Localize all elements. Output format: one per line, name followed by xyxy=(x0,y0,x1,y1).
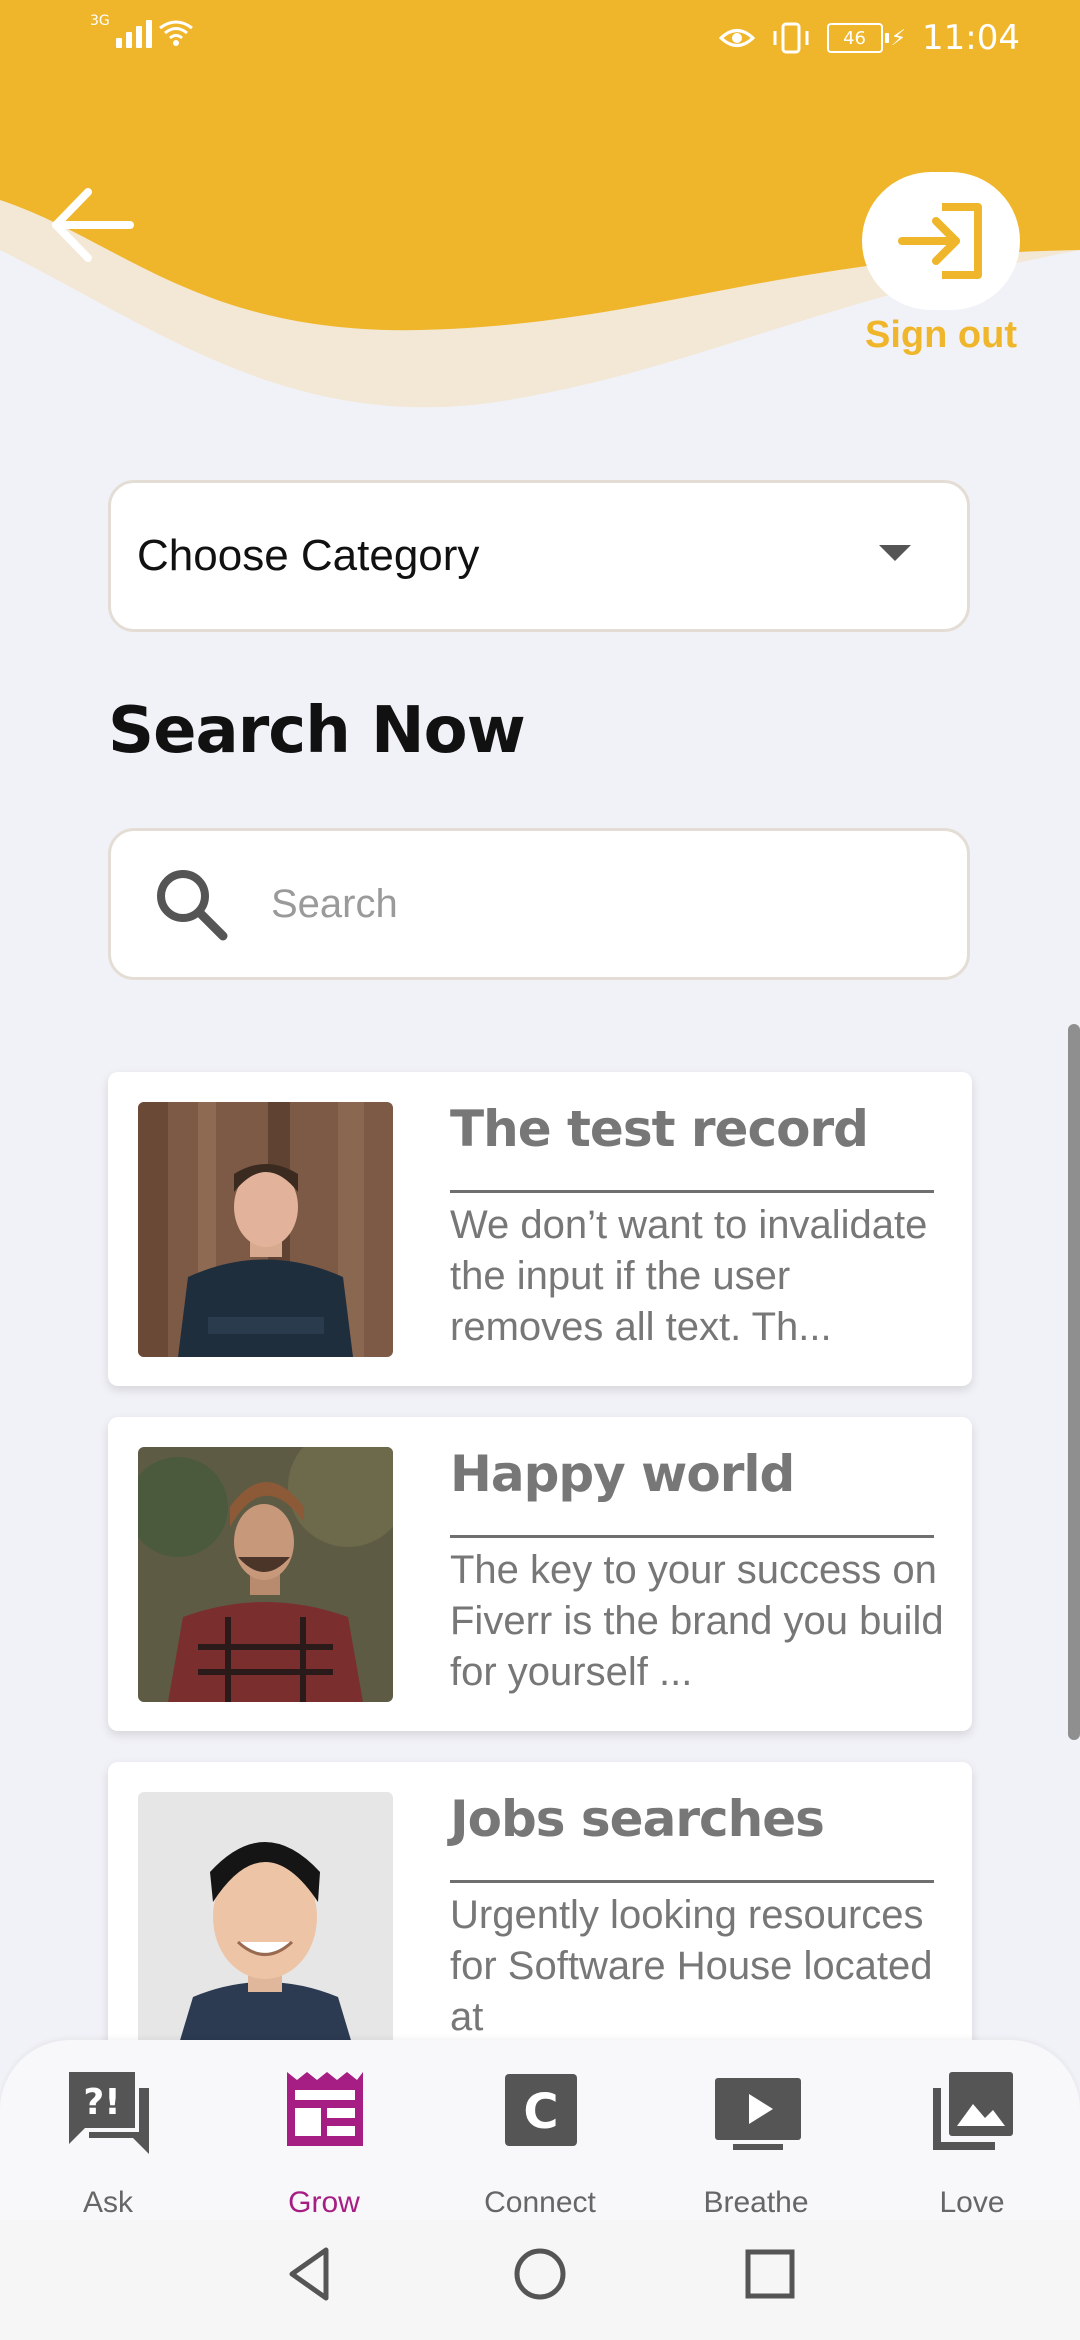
status-left: 3G xyxy=(90,13,194,48)
search-title: Search Now xyxy=(108,694,526,768)
person-photo xyxy=(138,1447,393,1702)
card-divider xyxy=(450,1880,934,1883)
card-title: Happy world xyxy=(450,1445,795,1503)
arrow-left-icon xyxy=(52,188,134,262)
person-photo xyxy=(138,1792,393,2047)
wifi-icon xyxy=(158,20,193,46)
card-description: We don’t want to invalidate the input if… xyxy=(450,1203,928,1349)
svg-text:?!: ?! xyxy=(83,2082,120,2123)
category-dropdown-label: Choose Category xyxy=(137,531,480,580)
signout-button[interactable] xyxy=(862,172,1020,310)
system-back-icon[interactable] xyxy=(280,2244,340,2304)
nav-item-love[interactable]: Love xyxy=(872,2066,1072,2219)
system-home-icon[interactable] xyxy=(510,2244,570,2304)
search-box[interactable] xyxy=(108,828,970,980)
search-icon xyxy=(157,870,228,941)
nav-label: Connect xyxy=(484,2186,596,2219)
video-play-icon xyxy=(715,2078,801,2150)
card-description: The key to your success on Fiverr is the… xyxy=(450,1548,944,1694)
question-chat-icon: ?! xyxy=(69,2072,149,2154)
vibrate-icon xyxy=(773,22,809,54)
card-title: Jobs searches xyxy=(450,1790,825,1848)
signout-label[interactable]: Sign out xyxy=(862,314,1020,357)
category-dropdown[interactable]: Choose Category xyxy=(108,480,970,632)
system-navigation-bar xyxy=(0,2220,1080,2340)
status-right: 46 ⚡ 11:04 xyxy=(718,18,1020,58)
eye-icon xyxy=(718,29,755,47)
card-divider xyxy=(450,1190,934,1193)
nav-label: Grow xyxy=(288,2186,360,2219)
nav-label: Love xyxy=(939,2186,1005,2219)
person-photo xyxy=(138,1102,393,1357)
connect-c-icon: C xyxy=(505,2074,577,2146)
clock: 11:04 xyxy=(922,18,1020,58)
card-divider xyxy=(450,1535,934,1538)
battery-level: 46 xyxy=(843,27,867,49)
svg-text:C: C xyxy=(523,2084,558,2140)
photo-library-icon xyxy=(933,2072,1013,2150)
card-description: Urgently looking resources for Software … xyxy=(450,1893,933,2039)
grow-layout-icon xyxy=(287,2072,363,2146)
system-recents-icon[interactable] xyxy=(740,2244,800,2304)
battery-icon: 46 ⚡ xyxy=(826,23,907,53)
nav-item-grow[interactable]: Grow xyxy=(224,2066,424,2219)
result-card[interactable]: Happy world The key to your success on F… xyxy=(108,1417,972,1731)
signal-icon xyxy=(115,18,152,48)
card-title: The test record xyxy=(450,1100,869,1158)
bottom-navigation: ?! Ask Grow C Connect Breathe Love xyxy=(0,2040,1080,2220)
nav-item-connect[interactable]: C Connect xyxy=(440,2066,640,2219)
scrollbar[interactable] xyxy=(1068,1024,1080,1740)
status-bar: 3G 46 ⚡ 11:04 xyxy=(0,0,1080,90)
result-card[interactable]: The test record We don’t want to invalid… xyxy=(108,1072,972,1386)
nav-item-breathe[interactable]: Breathe xyxy=(656,2066,856,2219)
charging-icon: ⚡ xyxy=(890,25,907,51)
network-type: 3G xyxy=(90,13,110,29)
dropdown-caret-icon xyxy=(879,545,911,561)
back-button[interactable] xyxy=(48,180,138,270)
nav-label: Breathe xyxy=(703,2186,809,2219)
nav-item-ask[interactable]: ?! Ask xyxy=(8,2066,208,2219)
nav-label: Ask xyxy=(82,2186,133,2219)
sign-out-icon xyxy=(898,203,982,279)
result-card[interactable]: Jobs searches Urgently looking resources… xyxy=(108,1762,972,2076)
search-input[interactable] xyxy=(269,880,873,928)
